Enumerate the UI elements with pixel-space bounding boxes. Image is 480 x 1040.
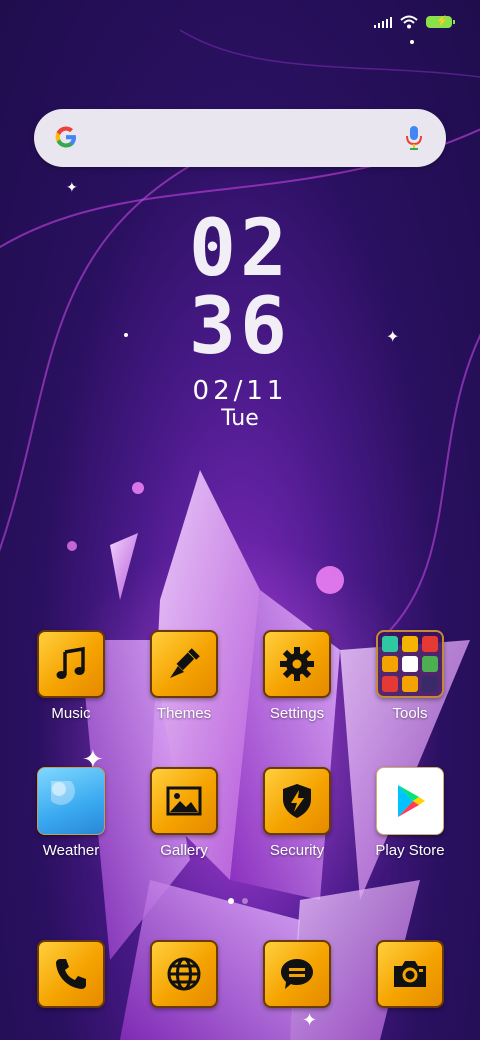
phone-icon (37, 940, 105, 1008)
google-search-bar[interactable] (34, 109, 446, 167)
app-label: Settings (269, 705, 325, 722)
play-store-icon (376, 767, 444, 835)
app-security[interactable]: Security (247, 767, 347, 859)
app-label: Play Store (375, 842, 445, 859)
wifi-icon (400, 15, 418, 29)
app-weather[interactable]: Weather (21, 767, 121, 859)
app-label: Gallery (160, 842, 208, 859)
music-note-icon (37, 630, 105, 698)
app-label: Tools (392, 705, 428, 722)
dock-messages[interactable] (247, 940, 347, 1008)
dock-browser[interactable] (134, 940, 234, 1008)
gear-icon (263, 630, 331, 698)
clock-day: Tue (221, 406, 259, 431)
app-label: Security (269, 842, 325, 859)
signal-icon (374, 16, 392, 28)
app-play-store[interactable]: Play Store (360, 767, 460, 859)
svg-text:✦: ✦ (66, 180, 78, 196)
paintbrush-icon (150, 630, 218, 698)
shield-bolt-icon (263, 767, 331, 835)
clock-hours[interactable]: 02 (0, 210, 480, 288)
dock-camera[interactable] (360, 940, 460, 1008)
app-settings[interactable]: Settings (247, 630, 347, 722)
battery-charging-icon: ⚡ (426, 16, 455, 28)
globe-icon (150, 940, 218, 1008)
page-dot-active (228, 898, 234, 904)
weather-icon (37, 767, 105, 835)
page-indicator (228, 898, 248, 904)
app-themes[interactable]: Themes (134, 630, 234, 722)
app-label: Music (51, 705, 91, 722)
image-icon (150, 767, 218, 835)
app-tools-folder[interactable]: Tools (360, 630, 460, 722)
mic-icon[interactable] (406, 125, 422, 151)
page-dot (242, 898, 248, 904)
dock-phone[interactable] (21, 940, 121, 1008)
app-label: Weather (42, 842, 100, 859)
message-icon (263, 940, 331, 1008)
app-gallery[interactable]: Gallery (134, 767, 234, 859)
app-music[interactable]: Music (21, 630, 121, 722)
folder-icon (376, 630, 444, 698)
app-label: Themes (156, 705, 212, 722)
svg-text:✦: ✦ (302, 1010, 317, 1031)
clock-minutes[interactable]: 36 (0, 288, 480, 366)
camera-icon (376, 940, 444, 1008)
status-bar: ⚡ (374, 12, 455, 32)
google-g-icon (55, 126, 76, 148)
clock-date: 02/11 (192, 376, 288, 406)
